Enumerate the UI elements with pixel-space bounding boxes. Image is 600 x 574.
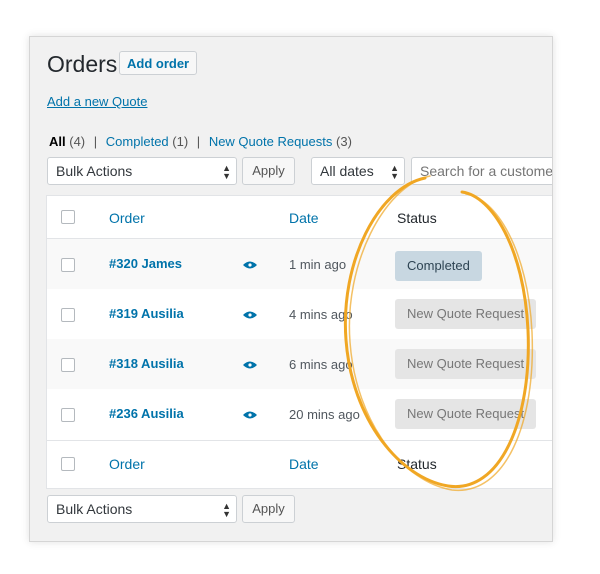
up-down-arrows-icon: ▲ ▼ — [390, 163, 399, 181]
eye-icon[interactable] — [243, 311, 257, 319]
bulk-actions-value: Bulk Actions — [56, 163, 133, 179]
table-footer: Order Date Status — [47, 441, 552, 488]
order-date: 20 mins ago — [289, 407, 360, 422]
status-filters: All (4) | Completed (1) | New Quote Requ… — [49, 134, 352, 149]
filter-new-quote-requests[interactable]: New Quote Requests — [209, 134, 333, 149]
status-badge: New Quote Request — [395, 349, 537, 379]
table-header: Order Date Status — [47, 196, 552, 238]
table-row: #236 Ausilia 20 mins ago New Quote Reque… — [47, 389, 552, 440]
filter-completed-count: (1) — [172, 134, 189, 149]
status-badge: Completed — [395, 251, 482, 281]
add-quote-link[interactable]: Add a new Quote — [47, 94, 147, 109]
order-link[interactable]: #318 Ausilia — [109, 356, 184, 371]
eye-icon[interactable] — [243, 361, 257, 369]
filter-separator: | — [196, 134, 201, 149]
column-date-footer[interactable]: Date — [289, 456, 319, 472]
column-order[interactable]: Order — [109, 210, 145, 226]
filter-all-count: (4) — [69, 134, 86, 149]
bulk-actions-select-bottom[interactable]: Bulk Actions ▲ ▼ — [47, 495, 237, 523]
row-checkbox[interactable] — [61, 258, 75, 272]
column-status-footer: Status — [397, 456, 437, 472]
filter-separator: | — [93, 134, 98, 149]
up-down-arrows-icon: ▲ ▼ — [222, 501, 231, 519]
column-order-footer[interactable]: Order — [109, 456, 145, 472]
filter-completed[interactable]: Completed — [106, 134, 169, 149]
up-down-arrows-icon: ▲ ▼ — [222, 163, 231, 181]
row-checkbox[interactable] — [61, 358, 75, 372]
apply-button-top[interactable]: Apply — [242, 157, 295, 185]
order-link[interactable]: #320 James — [109, 256, 182, 271]
select-all-checkbox-footer[interactable] — [61, 457, 75, 471]
order-date: 4 mins ago — [289, 307, 353, 322]
orders-table: Order Date Status #320 James 1 min ago C… — [46, 195, 552, 489]
add-order-button[interactable]: Add order — [119, 51, 198, 75]
filter-new-quote-requests-count: (3) — [336, 134, 352, 149]
page-title: Orders — [47, 51, 118, 77]
order-link[interactable]: #319 Ausilia — [109, 306, 184, 321]
orders-panel: Orders Add order Add a new Quote All (4)… — [29, 36, 553, 542]
bulk-actions-value: Bulk Actions — [56, 501, 133, 517]
table-row: #320 James 1 min ago Completed — [47, 239, 552, 289]
date-filter-select[interactable]: All dates ▲ ▼ — [311, 157, 405, 185]
order-date: 1 min ago — [289, 257, 347, 272]
eye-icon[interactable] — [243, 261, 257, 269]
table-row: #319 Ausilia 4 mins ago New Quote Reques… — [47, 289, 552, 339]
customer-search-input[interactable] — [411, 157, 552, 185]
apply-button-bottom[interactable]: Apply — [242, 495, 295, 523]
date-filter-value: All dates — [320, 163, 374, 179]
eye-icon[interactable] — [243, 411, 257, 419]
status-badge: New Quote Request — [395, 399, 537, 429]
order-date: 6 mins ago — [289, 357, 353, 372]
select-all-checkbox[interactable] — [61, 210, 75, 224]
row-checkbox[interactable] — [61, 308, 75, 322]
row-checkbox[interactable] — [61, 408, 75, 422]
column-status: Status — [397, 210, 437, 226]
status-badge: New Quote Request — [395, 299, 537, 329]
order-link[interactable]: #236 Ausilia — [109, 406, 184, 421]
filter-all[interactable]: All — [49, 134, 66, 149]
bulk-actions-select-top[interactable]: Bulk Actions ▲ ▼ — [47, 157, 237, 185]
table-row: #318 Ausilia 6 mins ago New Quote Reques… — [47, 339, 552, 389]
column-date[interactable]: Date — [289, 210, 319, 226]
